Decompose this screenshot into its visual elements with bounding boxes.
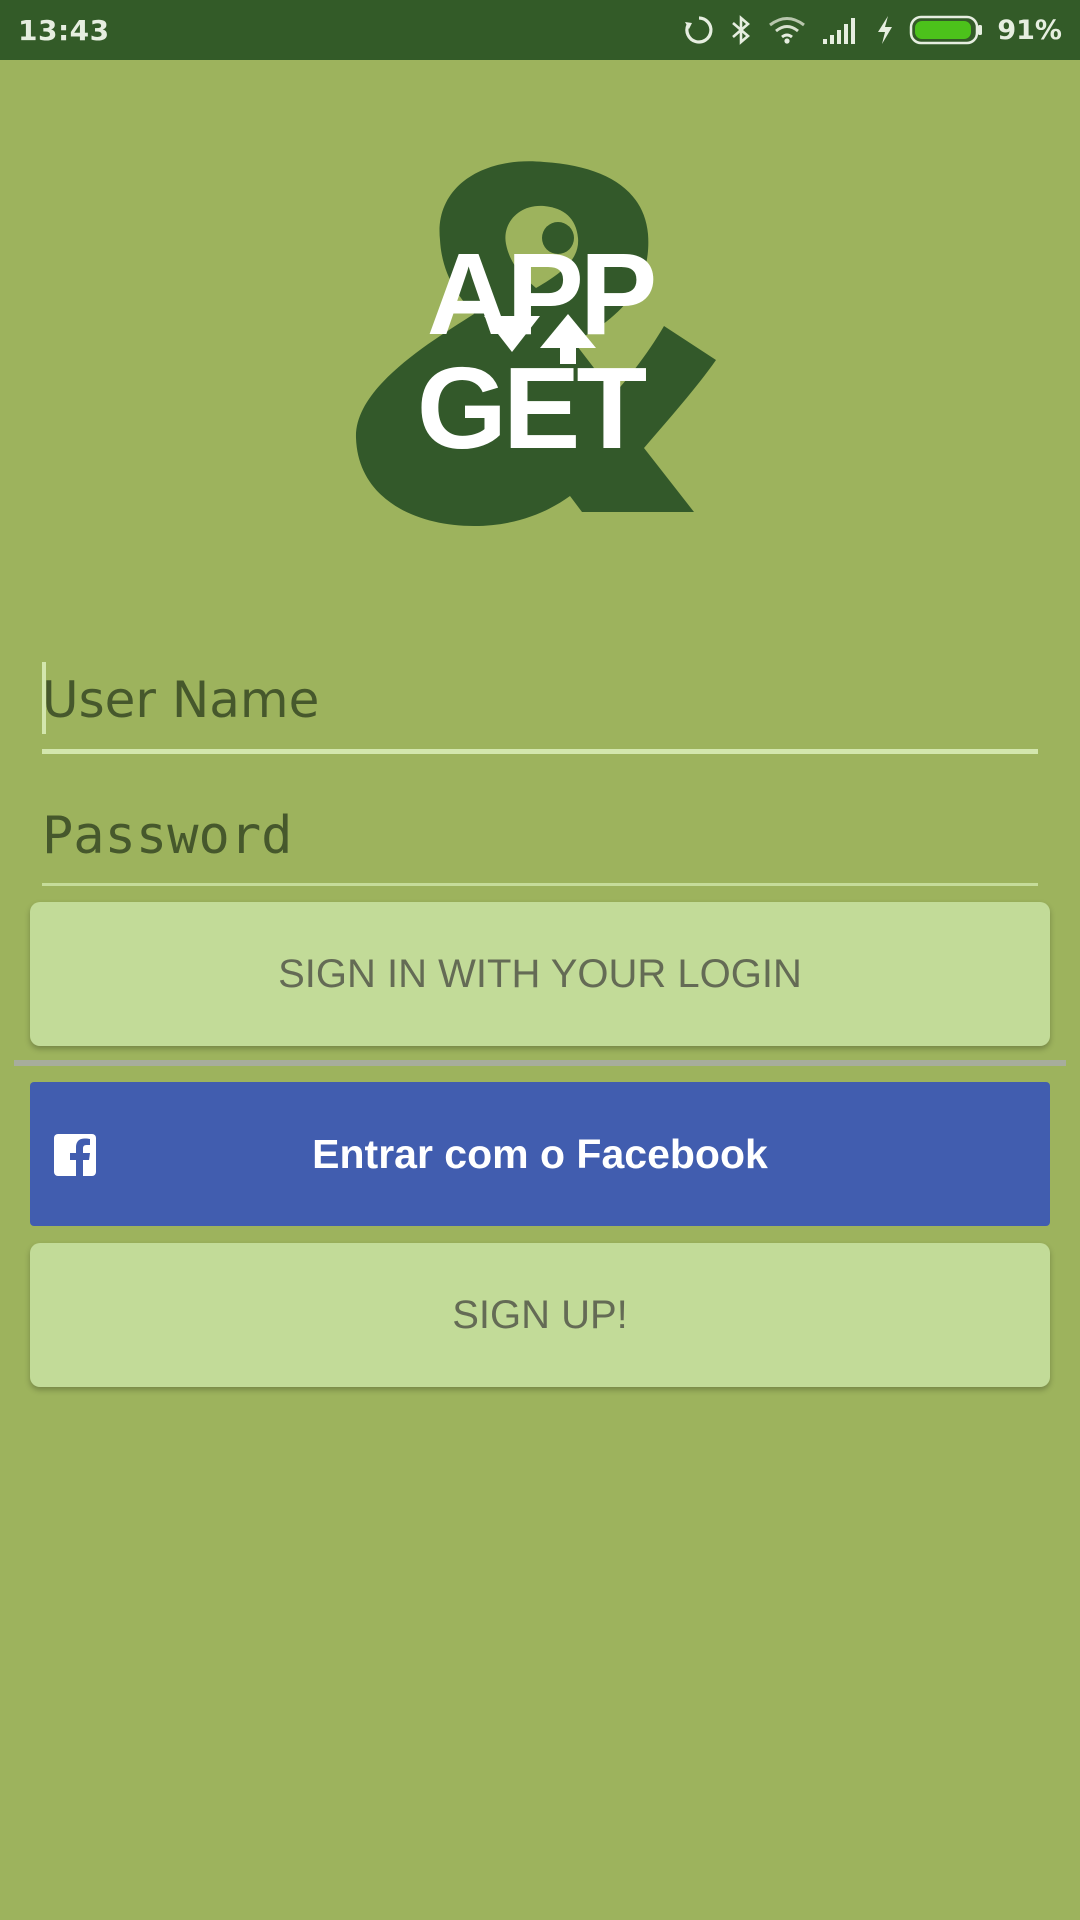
divider [14, 1060, 1066, 1066]
bluetooth-icon [729, 14, 753, 46]
sign-up-label: SIGN UP! [452, 1292, 628, 1337]
sign-in-label: SIGN IN WITH YOUR LOGIN [278, 951, 802, 996]
username-underline [42, 749, 1038, 754]
username-input[interactable] [42, 658, 1038, 742]
facebook-icon [54, 1134, 96, 1176]
wifi-icon [767, 15, 807, 45]
sync-icon [683, 14, 715, 46]
logo-line2: GET [417, 343, 647, 473]
charging-icon [875, 14, 895, 46]
battery-icon [909, 14, 983, 46]
logo-line1: APP [427, 229, 654, 359]
password-input[interactable] [42, 794, 1038, 878]
password-field[interactable] [42, 794, 1038, 886]
status-time: 13:43 [18, 13, 110, 47]
status-icons: 91% [683, 14, 1062, 46]
app-get-logo: APP GET [334, 138, 746, 550]
battery-percent: 91% [997, 14, 1062, 46]
text-cursor [42, 662, 46, 734]
signal-icon [821, 15, 861, 45]
facebook-login-label: Entrar com o Facebook [312, 1130, 768, 1177]
password-underline [42, 883, 1038, 886]
status-bar: 13:43 91% [0, 0, 1080, 60]
username-field[interactable] [42, 658, 1038, 754]
facebook-login-button[interactable]: Entrar com o Facebook [30, 1082, 1050, 1226]
sign-up-button[interactable]: SIGN UP! [30, 1243, 1050, 1387]
sign-in-button[interactable]: SIGN IN WITH YOUR LOGIN [30, 902, 1050, 1046]
